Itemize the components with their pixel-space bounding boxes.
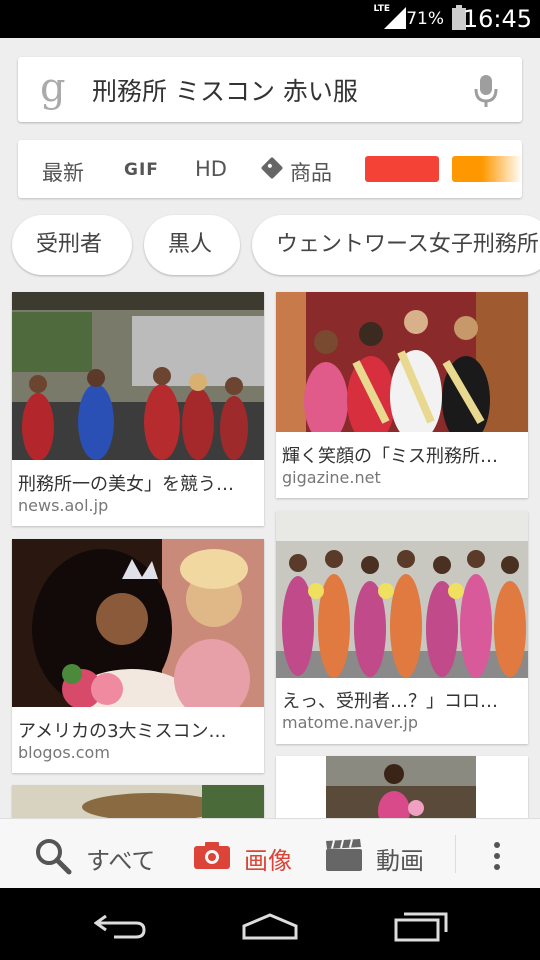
result-source: blogos.com	[18, 743, 110, 762]
chip-black[interactable]: 黒人	[144, 215, 240, 275]
image-result[interactable]: えっ、受刑者…？」コロ… matome.naver.jp	[276, 511, 528, 744]
result-image	[12, 539, 264, 707]
result-title: 輝く笑顔の「ミス刑務所…	[282, 446, 498, 467]
system-nav-bar	[0, 888, 540, 960]
tag-icon	[260, 156, 284, 180]
google-g-icon: g	[40, 65, 66, 111]
clock: 16:45	[462, 5, 532, 33]
result-title: 刑務所一の美女」を競う…	[18, 474, 234, 495]
chip-wentworth[interactable]: ウェントワース女子刑務所	[252, 215, 540, 275]
more-vert-icon[interactable]	[490, 841, 504, 871]
filter-bar: 最新 GIF HD 商品	[18, 140, 522, 198]
filter-hd[interactable]: HD	[195, 157, 227, 181]
battery-percent: 71%	[406, 9, 444, 29]
result-image	[276, 511, 528, 678]
image-result[interactable]	[276, 756, 528, 826]
status-bar: LTE 71% 16:45	[0, 0, 540, 38]
recent-apps-icon[interactable]	[394, 910, 448, 942]
filter-gif[interactable]: GIF	[124, 160, 159, 180]
result-image	[276, 292, 528, 432]
bottom-nav: すべて 画像 動画	[0, 818, 540, 888]
result-source: matome.naver.jp	[282, 713, 419, 732]
nav-all-label: すべて	[86, 847, 156, 875]
microphone-icon[interactable]	[474, 73, 498, 109]
result-image	[276, 756, 528, 826]
image-result[interactable]: 輝く笑顔の「ミス刑務所… gigazine.net	[276, 292, 528, 498]
color-filter-red[interactable]	[365, 156, 439, 182]
result-image	[12, 292, 264, 460]
nav-videos[interactable]: 動画	[326, 819, 436, 889]
search-bar[interactable]: g 刑務所 ミスコン 赤い服	[18, 57, 522, 122]
nav-images-label: 画像	[244, 847, 292, 875]
nav-videos-label: 動画	[376, 847, 424, 875]
nav-divider	[455, 835, 456, 873]
camera-icon	[194, 842, 230, 869]
signal-icon	[384, 7, 406, 29]
chip-inmate[interactable]: 受刑者	[12, 215, 132, 275]
home-icon[interactable]	[242, 912, 298, 940]
result-source: news.aol.jp	[18, 496, 109, 515]
back-icon[interactable]	[94, 912, 146, 940]
image-result[interactable]: アメリカの3大ミスコン… blogos.com	[12, 539, 264, 773]
search-icon	[36, 839, 72, 875]
result-title: アメリカの3大ミスコン…	[18, 721, 227, 742]
result-source: gigazine.net	[282, 468, 381, 487]
scroll-fade	[482, 140, 522, 198]
nav-all[interactable]: すべて	[34, 819, 174, 889]
search-query[interactable]: 刑務所 ミスコン 赤い服	[92, 72, 358, 108]
nav-images[interactable]: 画像	[194, 819, 304, 889]
clapperboard-icon	[326, 839, 362, 871]
filter-products[interactable]: 商品	[290, 157, 332, 187]
image-result[interactable]: 刑務所一の美女」を競う… news.aol.jp	[12, 292, 264, 526]
filter-latest[interactable]: 最新	[42, 157, 84, 187]
result-title: えっ、受刑者…？」コロ…	[282, 691, 498, 712]
